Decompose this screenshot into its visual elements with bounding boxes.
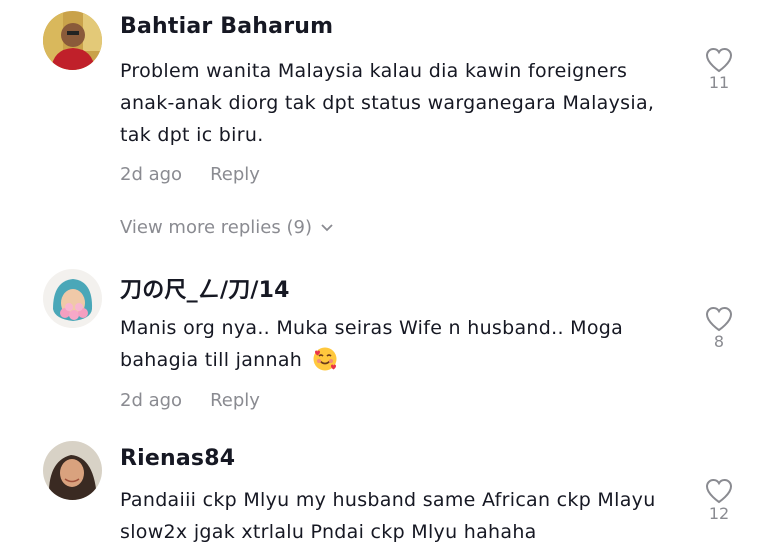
heart-icon <box>705 478 733 504</box>
comment-text: Pandaiii ckp Mlyu my husband same Africa… <box>120 489 656 543</box>
like-button[interactable]: 12 <box>700 478 738 523</box>
comment-meta: 2d ago Reply <box>120 164 260 185</box>
comment-text: Problem wanita Malaysia kalau dia kawin … <box>120 60 655 146</box>
comment-username[interactable]: Bahtiar Baharum <box>120 14 333 39</box>
avatar[interactable] <box>43 441 102 500</box>
chevron-down-icon <box>321 224 333 232</box>
like-button[interactable]: 8 <box>700 306 738 351</box>
comment-text-content: Manis org nya.. Muka seiras Wife n husba… <box>120 317 624 371</box>
like-button[interactable]: 11 <box>700 47 738 92</box>
comment-time: 2d ago <box>120 390 183 411</box>
comment-username[interactable]: Rienas84 <box>120 446 235 471</box>
comment-meta: 2d ago Reply <box>120 390 260 411</box>
like-count: 8 <box>713 332 725 351</box>
comment-username[interactable]: 刀の尺_ㄥ/刀/14 <box>120 272 290 304</box>
reply-button[interactable]: Reply <box>210 390 260 411</box>
heart-icon <box>705 47 733 73</box>
like-count: 11 <box>708 73 730 92</box>
comment-text: Manis org nya.. Muka seiras Wife n husba… <box>120 312 680 376</box>
view-more-replies-button[interactable]: View more replies (9) <box>120 217 334 238</box>
view-more-label: View more replies (9) <box>120 217 312 238</box>
comment-time: 2d ago <box>120 164 183 185</box>
reply-button[interactable]: Reply <box>210 164 260 185</box>
like-count: 12 <box>708 504 730 523</box>
smiling-face-with-hearts-icon <box>313 347 337 371</box>
heart-icon <box>705 306 733 332</box>
avatar[interactable] <box>43 269 102 328</box>
avatar[interactable] <box>43 11 102 70</box>
